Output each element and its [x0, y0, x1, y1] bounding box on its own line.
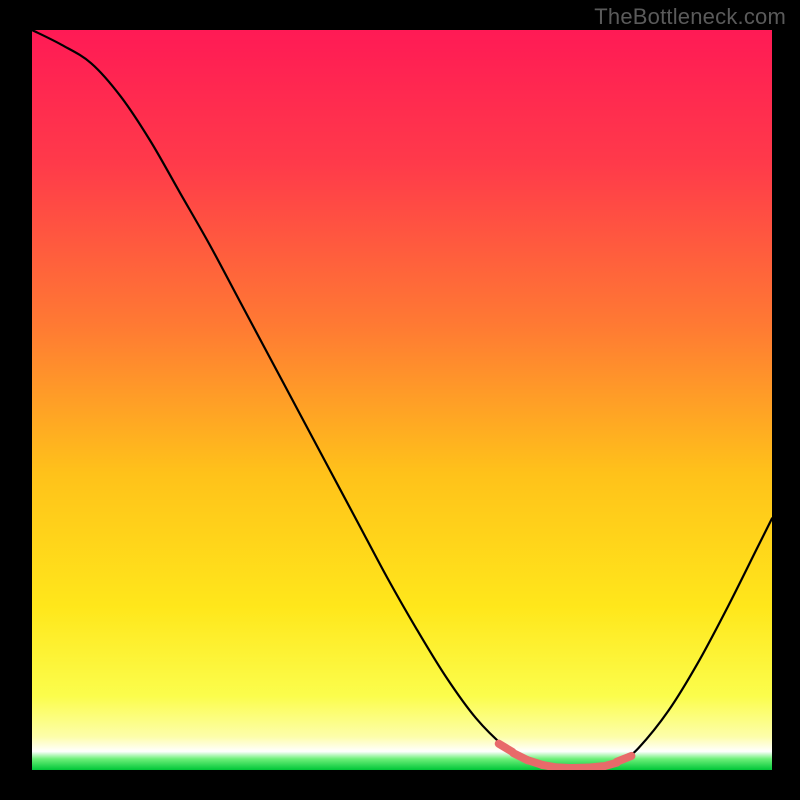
bottleneck-chart — [0, 0, 800, 800]
outer-frame: TheBottleneck.com — [0, 0, 800, 800]
optimal-marker — [617, 756, 632, 762]
gradient-background — [32, 30, 772, 770]
